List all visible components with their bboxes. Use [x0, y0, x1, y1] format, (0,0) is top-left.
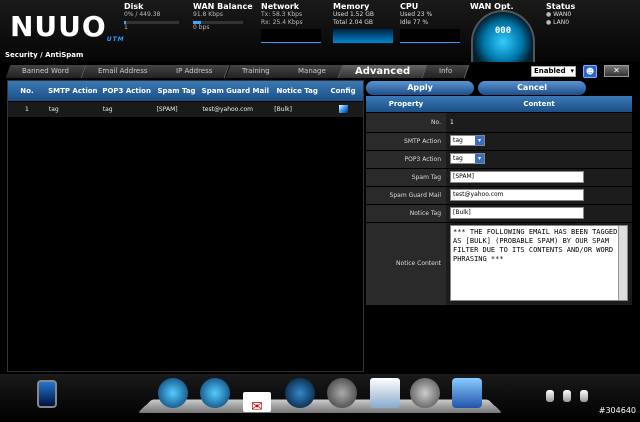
tab-info[interactable]: Info: [423, 65, 471, 78]
cancel-button[interactable]: Cancel: [478, 81, 586, 95]
memory-status: Memory Used 1.52 GB Total 2.04 GB: [333, 2, 393, 43]
wan-globe-icon[interactable]: [158, 378, 188, 408]
notice-content-textarea[interactable]: *** THE FOLLOWING EMAIL HAS BEEN TAGGED …: [450, 225, 628, 301]
wan-balance-status: WAN Balance 91.8 Kbps 0 bps: [193, 2, 253, 31]
control-dot-icon[interactable]: [563, 390, 571, 402]
tab-banned-word[interactable]: Banned Word: [5, 65, 87, 78]
disk-status: Disk 0% / 449.38 1: [124, 2, 179, 32]
user-icon[interactable]: ☻: [583, 65, 597, 78]
security-globe-icon[interactable]: [200, 378, 230, 408]
tab-training[interactable]: Training: [225, 65, 287, 78]
control-dot-icon[interactable]: [580, 390, 588, 402]
property-panel: Property Content No. 1 SMTP Action tag ▾ POP…: [366, 96, 632, 372]
wireless-icon[interactable]: [285, 378, 315, 408]
tab-manage[interactable]: Manage: [282, 65, 344, 78]
system-status: Status ● WAN0 ● LAN0: [546, 2, 576, 26]
nuuo-logo: NUUOUTM: [10, 10, 125, 43]
table-row[interactable]: 1 tag tag [SPAM] test@yahoo.com [Bulk]: [8, 102, 363, 117]
config-icon[interactable]: [338, 104, 348, 113]
lan-indicator: ● LAN0: [546, 19, 570, 26]
power-icon[interactable]: [37, 380, 57, 408]
report-chart-icon[interactable]: [370, 378, 400, 408]
pop3-action-select[interactable]: tag ▾: [450, 153, 485, 164]
spam-guard-mail-input[interactable]: test@yahoo.com: [450, 189, 584, 201]
apply-button[interactable]: Apply: [366, 81, 474, 95]
dock-shelf: [138, 399, 502, 413]
rules-table: No. SMTP Action POP3 Action Spam Tag Spam Gu…: [7, 80, 364, 372]
close-icon[interactable]: ✕: [604, 65, 629, 77]
tab-email-address[interactable]: Email Address: [81, 65, 165, 78]
screenshot-id: #304640: [598, 406, 636, 415]
puzzle-icon[interactable]: [452, 378, 482, 408]
mail-icon[interactable]: ✉: [243, 392, 271, 415]
window-controls: [546, 390, 588, 402]
textarea-scrollbar[interactable]: [618, 226, 627, 300]
settings-gears-icon[interactable]: [410, 378, 440, 408]
wan-indicator: ● WAN0: [546, 11, 572, 18]
smtp-action-select[interactable]: tag ▾: [450, 135, 485, 146]
breadcrumb: Security / AntiSpam: [5, 51, 84, 59]
spam-tag-input[interactable]: [SPAM]: [450, 171, 584, 183]
tab-advanced[interactable]: Advanced: [338, 65, 428, 78]
cpu-status: CPU Used 23 % Idle 77 %: [400, 2, 460, 43]
control-dot-icon[interactable]: [546, 390, 554, 402]
tools-icon[interactable]: [327, 378, 357, 408]
table-header: No. SMTP Action POP3 Action Spam Tag Spam Gu…: [8, 81, 363, 101]
tab-ip-address[interactable]: IP Address: [160, 65, 231, 78]
bottom-dock-bar: [0, 374, 640, 421]
enabled-select[interactable]: Enabled: [531, 66, 576, 77]
notice-tag-input[interactable]: [Bulk]: [450, 207, 584, 219]
tab-bar: Banned Word Email Address IP Address Tra…: [5, 65, 473, 78]
network-status: Network Tx: 58.3 Kbps Rx: 25.4 Kbps: [261, 2, 321, 43]
